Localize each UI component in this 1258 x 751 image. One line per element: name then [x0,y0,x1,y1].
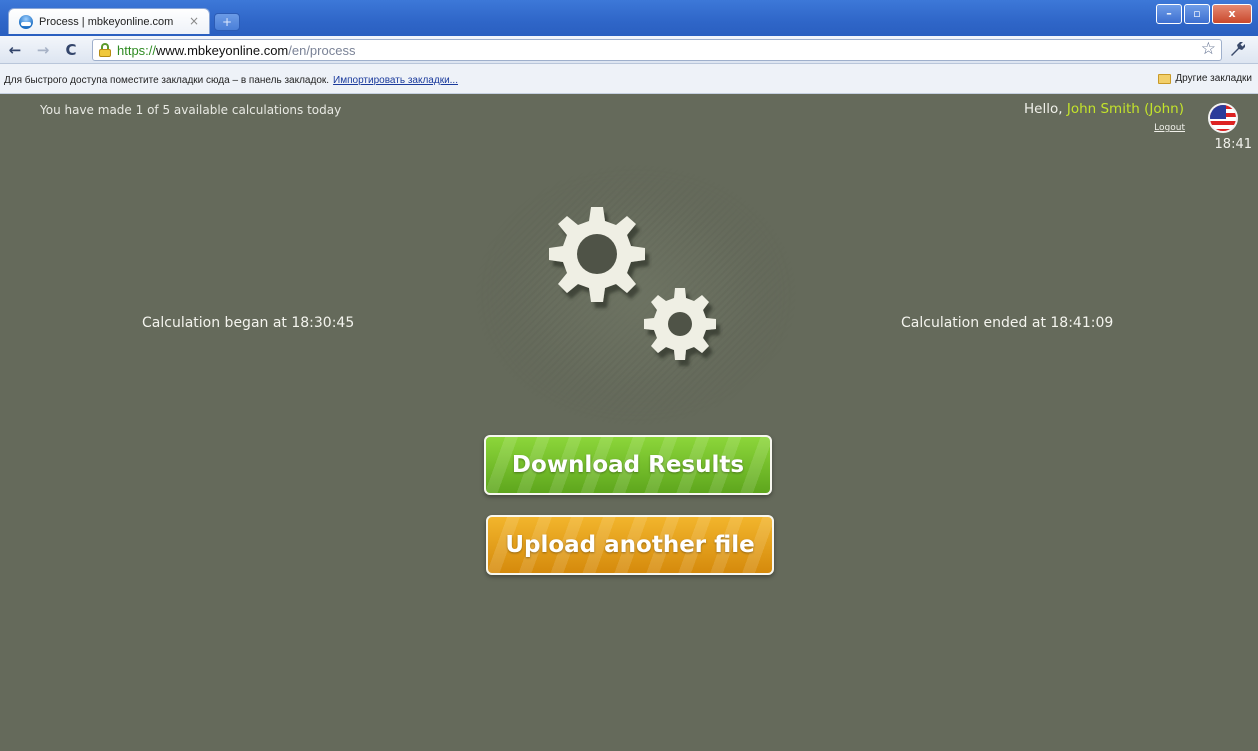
url-scheme: https:// [117,42,157,58]
calculation-began: Calculation began at 18:30:45 [142,315,355,331]
other-bookmarks-label: Другие закладки [1175,73,1252,84]
url-path: /en/process [288,42,356,58]
upload-another-file-button[interactable]: Upload another file [486,515,774,575]
back-arrow-icon[interactable]: ← [6,41,24,59]
lock-icon [99,43,111,57]
new-tab-button[interactable]: + [214,13,240,31]
bookmarks-bar: Для быстрого доступа поместите закладки … [0,64,1258,94]
greeting: Hello, John Smith (John) [1024,101,1184,117]
browser-tab[interactable]: Process | mbkeyonline.com × [8,8,210,34]
import-bookmarks-link[interactable]: Импортировать закладки... [333,75,458,86]
gears-illustration [456,165,806,425]
gears-icon [549,207,716,360]
window-controls: – ▫ x [1156,4,1252,24]
usage-counter: You have made 1 of 5 available calculati… [40,103,342,117]
minimize-button[interactable]: – [1156,4,1182,24]
clock: 18:41 [1214,137,1252,152]
wrench-icon[interactable] [1228,39,1248,59]
logout-link[interactable]: Logout [1154,123,1185,133]
us-flag-icon[interactable] [1208,103,1238,133]
url-host: www.mbkeyonline.com [156,42,289,58]
small-gear-icon [644,288,716,360]
title-bar: Process | mbkeyonline.com × + – ▫ x [0,0,1258,36]
tab-title: Process | mbkeyonline.com [39,15,174,28]
user-name[interactable]: John Smith (John) [1067,101,1184,117]
close-window-button[interactable]: x [1212,4,1252,24]
forward-arrow-icon[interactable]: → [34,41,52,59]
bookmarks-hint: Для быстрого доступа поместите закладки … [4,75,458,86]
page-content: You have made 1 of 5 available calculati… [8,95,1258,751]
download-results-button[interactable]: Download Results [484,435,772,495]
bookmarks-hint-text: Для быстрого доступа поместите закладки … [4,75,330,86]
star-icon[interactable]: ☆ [1201,39,1216,59]
maximize-button[interactable]: ▫ [1184,4,1210,24]
greeting-prefix: Hello, [1024,101,1067,117]
reload-icon[interactable]: C [62,41,80,59]
large-gear-icon [549,207,645,302]
site-favicon-icon [19,14,33,29]
browser-window: Process | mbkeyonline.com × + – ▫ x ← → … [0,0,1258,751]
tab-close-icon[interactable]: × [189,14,199,28]
folder-icon [1158,73,1172,84]
browser-toolbar: ← → C https://www.mbkeyonline.com/en/pro… [0,36,1258,64]
other-bookmarks-button[interactable]: Другие закладки [1158,73,1252,84]
calculation-ended: Calculation ended at 18:41:09 [901,315,1114,331]
address-bar[interactable]: https://www.mbkeyonline.com/en/process [92,39,1222,61]
